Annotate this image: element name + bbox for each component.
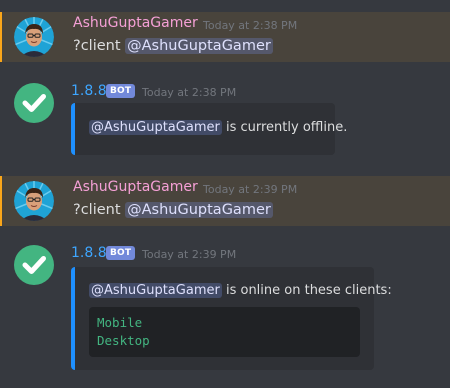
user-mention[interactable]: @AshuGuptaGamer bbox=[89, 283, 222, 298]
message-user-1: AshuGuptaGamer Today at 2:38 PM ?client … bbox=[0, 12, 450, 62]
code-line: Desktop bbox=[97, 333, 150, 348]
author-name[interactable]: AshuGuptaGamer bbox=[73, 179, 198, 195]
embed-text: is online on these clients: bbox=[225, 283, 392, 298]
checkmark-icon bbox=[22, 256, 46, 274]
code-line: Mobile bbox=[97, 315, 143, 330]
user-mention[interactable]: @AshuGuptaGamer bbox=[125, 202, 273, 218]
user-mention[interactable]: @AshuGuptaGamer bbox=[125, 38, 273, 54]
bot-avatar[interactable] bbox=[14, 83, 54, 123]
bot-name[interactable]: 1.8.8 bbox=[71, 83, 107, 99]
embed-text: is currently offline. bbox=[225, 120, 348, 135]
bot-tag: BOT bbox=[106, 84, 136, 98]
message-content: ?client @AshuGuptaGamer bbox=[73, 202, 273, 218]
command-text: ?client bbox=[73, 202, 121, 218]
user-avatar[interactable] bbox=[14, 181, 54, 221]
author-name[interactable]: AshuGuptaGamer bbox=[73, 15, 198, 31]
timestamp: Today at 2:38 PM bbox=[142, 86, 237, 99]
bot-avatar[interactable] bbox=[14, 245, 54, 285]
timestamp: Today at 2:39 PM bbox=[203, 183, 298, 196]
embed: @AshuGuptaGamer is online on these clien… bbox=[71, 267, 392, 370]
message-bot-2: 1.8.8 BOT Today at 2:39 PM @AshuGuptaGam… bbox=[0, 243, 450, 383]
checkmark-icon bbox=[22, 94, 46, 112]
embed-description: @AshuGuptaGamer is currently offline. bbox=[89, 120, 347, 135]
embed: @AshuGuptaGamer is currently offline. bbox=[71, 103, 347, 155]
message-content: ?client @AshuGuptaGamer bbox=[73, 38, 273, 54]
timestamp: Today at 2:39 PM bbox=[142, 248, 237, 261]
message-bot-1: 1.8.8 BOT Today at 2:38 PM @AshuGuptaGam… bbox=[0, 80, 450, 170]
code-block: Mobile Desktop bbox=[89, 307, 360, 357]
message-user-2: AshuGuptaGamer Today at 2:39 PM ?client … bbox=[0, 176, 450, 226]
bot-tag: BOT bbox=[106, 246, 136, 260]
timestamp: Today at 2:38 PM bbox=[203, 19, 298, 32]
user-avatar[interactable] bbox=[14, 17, 54, 57]
command-text: ?client bbox=[73, 38, 121, 54]
bot-name[interactable]: 1.8.8 bbox=[71, 245, 107, 261]
user-mention[interactable]: @AshuGuptaGamer bbox=[89, 120, 222, 135]
embed-description: @AshuGuptaGamer is online on these clien… bbox=[89, 283, 392, 298]
